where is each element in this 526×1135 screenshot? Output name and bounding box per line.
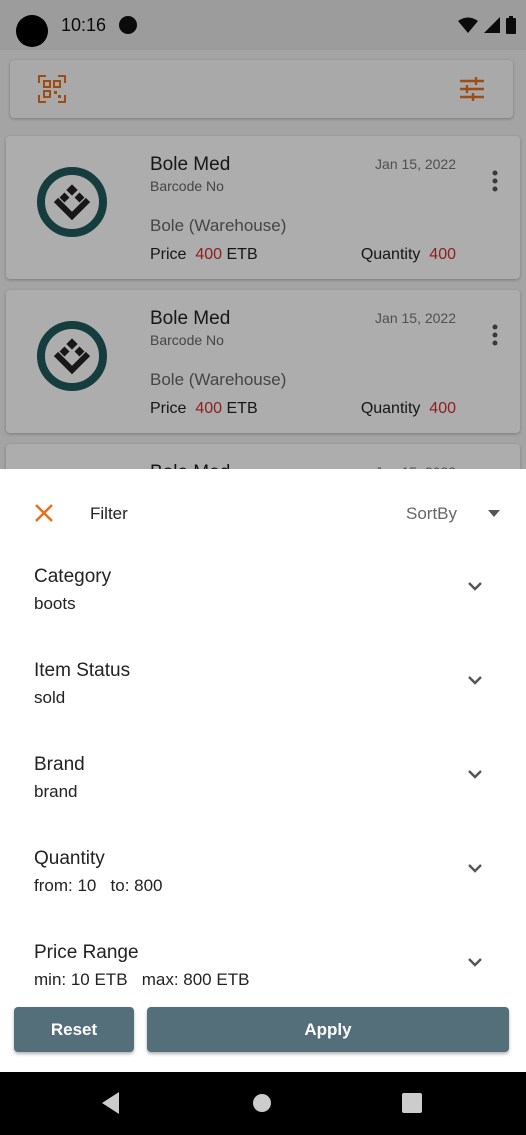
apply-button[interactable]: Apply [147,1007,509,1052]
filter-value: min: 10 ETB max: 800 ETB [34,970,250,989]
sheet-title: Filter [90,504,128,523]
app-screen: 10:16 Bole Med Barcode No Jan 15, 2022 B… [0,0,526,1135]
filter-value: from: 10 to: 800 [34,876,163,895]
chevron-down-icon[interactable] [466,674,484,686]
chevron-down-icon[interactable] [466,862,484,874]
back-icon[interactable] [102,1092,119,1114]
chevron-down-icon[interactable] [466,768,484,780]
dropdown-arrow-icon[interactable] [488,510,500,517]
filter-label: Brand [34,754,85,775]
reset-button[interactable]: Reset [14,1007,134,1052]
filter-category[interactable]: Category boots [0,566,526,660]
filter-quantity[interactable]: Quantity from: 10 to: 800 [0,848,526,942]
recents-icon[interactable] [402,1093,422,1113]
filter-label: Price Range [34,942,139,963]
sortby-dropdown[interactable]: SortBy [406,504,457,524]
filter-item-status[interactable]: Item Status sold [0,660,526,754]
close-icon[interactable] [34,503,54,523]
filter-brand[interactable]: Brand brand [0,754,526,848]
filter-value: brand [34,782,78,801]
filter-value: sold [34,688,66,707]
filter-label: Item Status [34,660,131,681]
chevron-down-icon[interactable] [466,580,484,592]
filter-label: Quantity [34,848,105,869]
filter-value: boots [34,594,76,613]
home-icon[interactable] [253,1094,271,1112]
system-nav-bar [0,1072,526,1135]
filter-bottom-sheet: Filter SortBy Category boots Item Status… [0,469,526,1072]
filter-label: Category [34,566,112,587]
chevron-down-icon[interactable] [466,956,484,968]
sheet-header: Filter SortBy [0,469,526,557]
